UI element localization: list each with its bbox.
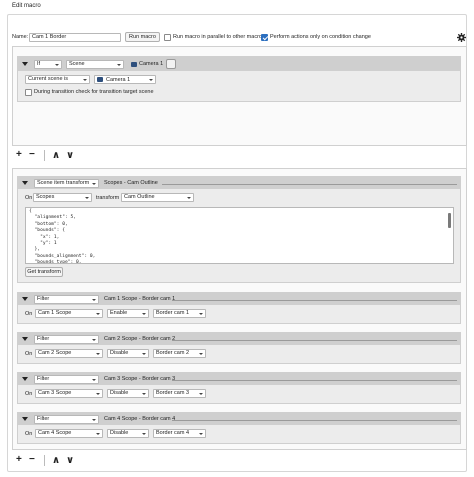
condition-scene-display: Camera 1	[139, 61, 164, 67]
collapse-triangle-icon[interactable]	[22, 62, 28, 66]
toolbar-divider	[44, 455, 45, 466]
filter-source-select[interactable]: Cam 4 Scope	[35, 429, 103, 438]
transform-label: transform	[96, 195, 120, 201]
get-transform-button[interactable]: Get transform	[25, 267, 63, 277]
filter-action-select[interactable]: Disable	[107, 429, 149, 438]
filter-type-select[interactable]: Filter	[34, 415, 99, 424]
on-label: On	[25, 351, 33, 357]
filter-action-select[interactable]: Disable	[107, 349, 149, 358]
gear-icon[interactable]	[457, 33, 466, 42]
header-line	[172, 300, 457, 301]
run-macro-button[interactable]: Run macro	[125, 32, 160, 42]
filter-name-select[interactable]: Border cam 1	[153, 309, 206, 318]
name-label: Name:	[12, 34, 29, 40]
filter-title: Cam 3 Scope - Border cam 3	[104, 376, 176, 382]
on-label: On	[25, 311, 33, 317]
add-condition-button[interactable]: +	[16, 150, 22, 160]
action-type-select[interactable]: Scene item transform	[34, 179, 99, 188]
transition-checkbox[interactable]	[25, 89, 32, 96]
collapse-triangle-icon[interactable]	[22, 297, 28, 301]
filter-title: Cam 4 Scope - Border cam 4	[104, 416, 176, 422]
collapse-triangle-icon[interactable]	[22, 337, 28, 341]
filter-source-select[interactable]: Cam 3 Scope	[35, 389, 103, 398]
filter-type-select[interactable]: Filter	[34, 335, 99, 344]
filter-title: Cam 1 Scope - Border cam 1	[104, 296, 176, 302]
collapse-triangle-icon[interactable]	[22, 417, 28, 421]
group-title: Edit macro	[10, 3, 43, 9]
filter-type-select[interactable]: Filter	[34, 295, 99, 304]
condition-change-checkbox[interactable]	[261, 34, 268, 41]
condition-type-select[interactable]: If	[34, 60, 62, 69]
action-title: Scopes - Cam Outline	[104, 180, 158, 186]
scene-check-select[interactable]: Current scene is	[25, 75, 90, 84]
transform-source-select[interactable]: Cam Outline	[121, 193, 194, 202]
condition-source-select[interactable]: Scene	[66, 60, 124, 69]
header-line	[162, 184, 457, 185]
remove-action-button[interactable]: −	[29, 455, 35, 465]
on-label: On	[25, 195, 33, 201]
filter-action-select[interactable]: Enable	[107, 309, 149, 318]
filter-source-select[interactable]: Cam 1 Scope	[35, 309, 103, 318]
filter-title: Cam 2 Scope - Border cam 2	[104, 336, 176, 342]
filter-name-select[interactable]: Border cam 4	[153, 429, 206, 438]
move-down-button[interactable]: ∨	[66, 151, 74, 161]
filter-source-select[interactable]: Cam 2 Scope	[35, 349, 103, 358]
filter-action-select[interactable]: Disable	[107, 389, 149, 398]
parallel-label: Run macro in parallel to other macros	[173, 34, 265, 40]
add-action-button[interactable]: +	[16, 455, 22, 465]
condition-extra-button[interactable]	[166, 59, 176, 69]
move-down-button[interactable]: ∨	[66, 456, 74, 466]
transform-scene-select[interactable]: Scopes	[33, 193, 92, 202]
move-up-button[interactable]: ∧	[52, 151, 60, 161]
remove-condition-button[interactable]: −	[29, 150, 35, 160]
header-line	[172, 380, 457, 381]
collapse-triangle-icon[interactable]	[22, 181, 28, 185]
macro-name-input[interactable]: Cam 1 Border	[29, 33, 121, 42]
move-up-button[interactable]: ∧	[52, 456, 60, 466]
transition-label: During transition check for transition t…	[34, 89, 154, 95]
filter-name-select[interactable]: Border cam 3	[153, 389, 206, 398]
on-label: On	[25, 431, 33, 437]
header-line	[172, 420, 457, 421]
collapse-triangle-icon[interactable]	[22, 377, 28, 381]
on-label: On	[25, 391, 33, 397]
filter-type-select[interactable]: Filter	[34, 375, 99, 384]
json-scrollbar[interactable]	[448, 213, 451, 228]
parallel-checkbox[interactable]	[164, 34, 171, 41]
toolbar-divider	[44, 150, 45, 161]
scene-icon	[97, 77, 103, 82]
filter-name-select[interactable]: Border cam 2	[153, 349, 206, 358]
condition-change-label: Perform actions only on condition change	[270, 34, 371, 40]
scene-icon	[131, 62, 137, 67]
header-line	[172, 340, 457, 341]
scene-select[interactable]: Camera 1	[94, 75, 156, 84]
transform-json-editor[interactable]: { "alignment": 5, "bottom": 0, "bounds":…	[25, 207, 454, 264]
